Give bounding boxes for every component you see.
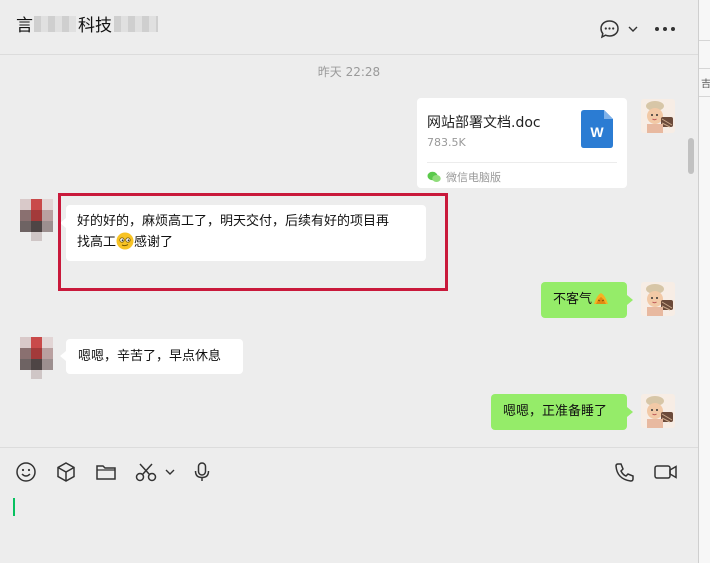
chat-title-middle: 科技 xyxy=(78,16,112,36)
box-icon xyxy=(57,462,75,482)
emoji-button[interactable] xyxy=(14,460,38,484)
more-button[interactable] xyxy=(653,18,677,40)
divider xyxy=(699,68,710,69)
smirk-emoji-icon xyxy=(116,232,134,250)
divider xyxy=(699,40,710,41)
file-size: 783.5K xyxy=(427,136,466,149)
bubble-tail xyxy=(627,295,633,305)
message-bubble-received[interactable]: 嗯嗯，辛苦了，早点休息 xyxy=(66,339,243,374)
redacted-text xyxy=(114,15,158,32)
message-bubble-sent[interactable]: 嗯嗯，正准备睡了 xyxy=(491,394,627,430)
chat-bubble-icon xyxy=(600,20,638,39)
chat-title: 言 科技 xyxy=(16,11,158,36)
message-text-line2: 找高工 感谢了 xyxy=(77,232,415,253)
message-text: 找高工 xyxy=(77,235,117,250)
avatar-redacted[interactable] xyxy=(20,199,53,241)
wechat-icon xyxy=(427,171,441,182)
mini-program-button[interactable] xyxy=(54,460,78,484)
file-icon-letter: W xyxy=(590,124,604,140)
message-text: 嗯嗯，辛苦了，早点休息 xyxy=(78,349,222,364)
message-text: 嗯嗯，正准备睡了 xyxy=(503,404,608,419)
avatar[interactable] xyxy=(641,282,675,316)
word-document-icon: W xyxy=(581,110,613,148)
redacted-text xyxy=(34,15,76,32)
voice-input-button[interactable] xyxy=(191,460,213,484)
screenshot-button[interactable] xyxy=(134,460,178,484)
baby-avatar-icon xyxy=(641,394,675,428)
chevron-down-icon xyxy=(628,26,638,32)
voice-call-button[interactable] xyxy=(612,460,636,484)
chevron-down-icon xyxy=(165,469,175,475)
chat-header: 言 科技 xyxy=(0,0,698,55)
emoji-icon xyxy=(16,462,36,482)
video-icon xyxy=(654,465,677,479)
avatar[interactable] xyxy=(641,99,675,133)
message-bubble-received[interactable]: 好的好的，麻烦高工了，明天交付，后续有好的项目再 找高工 感谢了 xyxy=(66,205,426,261)
scissors-icon xyxy=(135,463,175,482)
file-source-label: 微信电脑版 xyxy=(446,171,501,184)
file-source: 微信电脑版 xyxy=(427,169,501,185)
avatar[interactable] xyxy=(641,394,675,428)
message-bubble-sent[interactable]: 不客气 xyxy=(541,282,627,318)
more-dots-icon xyxy=(655,27,675,31)
avatar-redacted[interactable] xyxy=(20,337,53,379)
video-call-button[interactable] xyxy=(652,460,680,484)
bow-emoji-icon xyxy=(594,293,609,304)
divider xyxy=(699,96,710,97)
scrollbar-thumb[interactable] xyxy=(688,138,694,174)
chat-info-button[interactable] xyxy=(598,18,640,40)
message-text-line1: 好的好的，麻烦高工了，明天交付，后续有好的项目再 xyxy=(77,214,390,229)
divider xyxy=(427,162,617,163)
file-message-card[interactable]: 网站部署文档.doc 783.5K W 微信电脑版 xyxy=(417,98,627,188)
text-cursor xyxy=(13,498,15,516)
baby-avatar-icon xyxy=(641,99,675,133)
message-text: 感谢了 xyxy=(134,235,174,250)
bubble-tail xyxy=(60,351,66,361)
message-timestamp: 昨天 22:28 xyxy=(317,65,381,79)
adjacent-window-text: 吉 xyxy=(701,79,710,90)
chat-title-prefix: 言 xyxy=(16,16,33,36)
baby-avatar-icon xyxy=(641,282,675,316)
bubble-tail xyxy=(60,218,66,228)
adjacent-window-edge: 吉 xyxy=(698,0,710,563)
file-name: 网站部署文档.doc xyxy=(427,115,541,131)
input-divider xyxy=(0,447,698,448)
microphone-icon xyxy=(194,462,210,481)
bubble-tail xyxy=(627,407,633,417)
send-file-button[interactable] xyxy=(94,460,118,484)
phone-icon xyxy=(615,463,634,482)
message-text: 不客气 xyxy=(553,292,593,307)
folder-icon xyxy=(96,465,116,480)
